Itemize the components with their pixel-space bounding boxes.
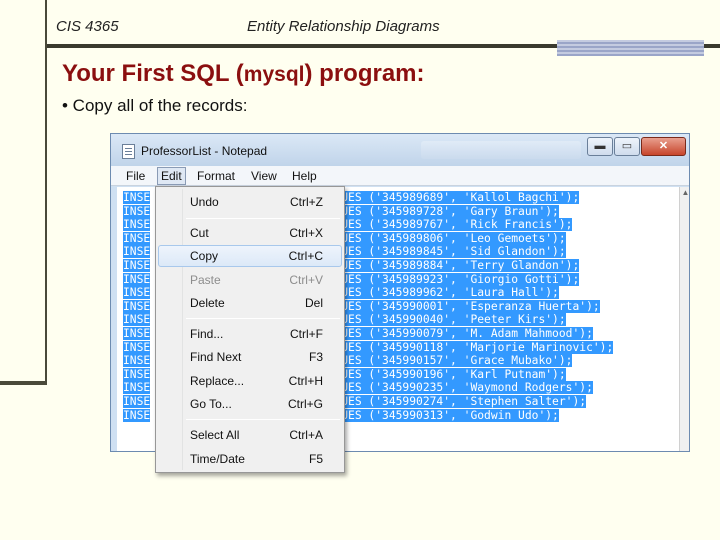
menu-item-delete[interactable]: Delete Del	[158, 292, 342, 314]
record-line-start: INSE	[123, 286, 151, 300]
menu-separator	[186, 318, 340, 319]
menu-item-label: Delete	[190, 296, 225, 310]
record-line-end: UES ('345989962', 'Laura Hall');	[341, 286, 559, 300]
edit-menu: Undo Ctrl+Z Cut Ctrl+X Copy Ctrl+C Paste…	[155, 186, 345, 473]
menu-item-shortcut: Ctrl+V	[289, 273, 323, 287]
menu-item-label: Find Next	[190, 350, 242, 364]
record-line-end: UES ('345990313', 'Godwin Udo');	[341, 408, 559, 422]
left-accent-bar-foot	[0, 381, 47, 385]
record-line-start: INSE	[123, 381, 151, 395]
menu-format[interactable]: Format	[197, 169, 235, 183]
menu-item-shortcut: Ctrl+A	[289, 428, 323, 442]
menu-item-shortcut: F5	[308, 452, 323, 466]
record-line-start: INSE	[123, 313, 151, 327]
record-line-start: INSE	[123, 394, 151, 408]
vertical-scrollbar[interactable]: ▲	[679, 187, 689, 451]
menu-item-label: Cut	[190, 226, 209, 240]
menu-item-label: Select All	[190, 428, 240, 442]
record-line-end: UES ('345990079', 'M. Adam Mahmood');	[341, 326, 593, 340]
menu-item-time-date[interactable]: Time/Date F5	[158, 448, 342, 470]
menu-item-label: Undo	[190, 195, 219, 209]
record-line-start: INSE	[123, 299, 151, 313]
menu-item-shortcut: Del	[304, 296, 323, 310]
record-line-end: UES ('345990274', 'Stephen Salter');	[341, 394, 587, 408]
record-line-end: UES ('345989806', 'Leo Gemoets');	[341, 231, 566, 245]
menu-file[interactable]: File	[126, 169, 145, 183]
menu-item-undo[interactable]: Undo Ctrl+Z	[158, 191, 342, 213]
menu-separator	[186, 419, 340, 420]
menu-item-cut[interactable]: Cut Ctrl+X	[158, 222, 342, 244]
course-code: CIS 4365	[56, 18, 119, 35]
record-line-end: UES ('345989767', 'Rick Francis');	[341, 218, 573, 232]
record-line-end: UES ('345990118', 'Marjorie Marinovic');	[341, 340, 614, 354]
record-line-end: UES ('345990040', 'Peeter Kirs');	[341, 313, 566, 327]
menu-item-shortcut: Ctrl+X	[289, 226, 323, 240]
menu-item-find[interactable]: Find... Ctrl+F	[158, 323, 342, 345]
notepad-icon	[122, 144, 135, 159]
menu-item-label: Time/Date	[190, 452, 245, 466]
menu-item-select-all[interactable]: Select All Ctrl+A	[158, 424, 342, 446]
slide-title-pre: Your First SQL (	[62, 60, 244, 87]
record-line-start: INSE	[123, 231, 151, 245]
record-line-start: INSE	[123, 340, 151, 354]
record-line-start: INSE	[123, 326, 151, 340]
minimize-button[interactable]: ▬	[587, 137, 613, 156]
menu-item-shortcut: Ctrl+Z	[290, 195, 323, 209]
record-line-start: INSE	[123, 245, 151, 259]
menu-help[interactable]: Help	[292, 169, 317, 183]
record-line-start: INSE	[123, 191, 151, 204]
header-corner-block	[557, 40, 704, 56]
record-line-end: UES ('345989923', 'Giorgio Gotti');	[341, 272, 580, 286]
menu-item-label: Go To...	[190, 397, 232, 411]
record-line-end: UES ('345989884', 'Terry Glandon');	[341, 258, 580, 272]
window-title: ProfessorList - Notepad	[141, 144, 268, 158]
maximize-button[interactable]: ▭	[614, 137, 640, 156]
close-button[interactable]: ✕	[641, 137, 686, 156]
menu-item-shortcut: Ctrl+C	[288, 249, 323, 263]
menu-bar: File Edit Format View Help	[111, 166, 689, 186]
record-line-start: INSE	[123, 408, 151, 422]
slide-title: Your First SQL (mysql) program:	[62, 60, 425, 88]
record-line-start: INSE	[123, 258, 151, 272]
scroll-up-arrow-icon[interactable]: ▲	[680, 189, 689, 197]
menu-edit[interactable]: Edit	[157, 167, 186, 185]
menu-item-find-next[interactable]: Find Next F3	[158, 346, 342, 368]
menu-item-shortcut: Ctrl+F	[290, 327, 323, 341]
menu-item-go-to[interactable]: Go To... Ctrl+G	[158, 393, 342, 415]
menu-item-label: Paste	[190, 273, 221, 287]
titlebar-ghost-reflection	[421, 141, 581, 159]
slide-title-code: mysql	[243, 63, 305, 86]
menu-item-paste: Paste Ctrl+V	[158, 269, 342, 291]
record-line-end: UES ('345990157', 'Grace Mubako');	[341, 354, 573, 368]
record-line-start: INSE	[123, 204, 151, 218]
record-line-start: INSE	[123, 354, 151, 368]
menu-item-copy[interactable]: Copy Ctrl+C	[158, 245, 342, 267]
record-line-end: UES ('345990235', 'Waymond Rodgers');	[341, 381, 593, 395]
menu-item-label: Copy	[190, 249, 219, 263]
menu-item-replace[interactable]: Replace... Ctrl+H	[158, 370, 342, 392]
bullet-copy-records: • Copy all of the records:	[62, 96, 248, 115]
record-line-end: UES ('345990001', 'Esperanza Huerta');	[341, 299, 600, 313]
record-line-start: INSE	[123, 367, 151, 381]
menu-item-shortcut: Ctrl+G	[287, 397, 323, 411]
record-line-end: UES ('345990196', 'Karl Putnam');	[341, 367, 566, 381]
record-line-end: UES ('345989845', 'Sid Glandon');	[341, 245, 566, 259]
menu-item-label: Find...	[190, 327, 224, 341]
menu-separator	[186, 218, 340, 219]
slide-title-post: ) program:	[304, 60, 425, 87]
left-accent-bar	[0, 0, 47, 383]
slide-topic: Entity Relationship Diagrams	[247, 18, 440, 35]
record-line-start: INSE	[123, 272, 151, 286]
record-line-end: UES ('345989728', 'Gary Braun');	[341, 204, 559, 218]
record-line-start: INSE	[123, 218, 151, 232]
menu-item-label: Replace...	[190, 374, 245, 388]
menu-item-shortcut: F3	[308, 350, 323, 364]
notepad-titlebar[interactable]: ProfessorList - Notepad ▬ ▭ ✕	[111, 134, 689, 166]
menu-item-shortcut: Ctrl+H	[288, 374, 323, 388]
menu-view[interactable]: View	[251, 169, 277, 183]
record-line-end: UES ('345989689', 'Kallol Bagchi');	[341, 191, 580, 204]
